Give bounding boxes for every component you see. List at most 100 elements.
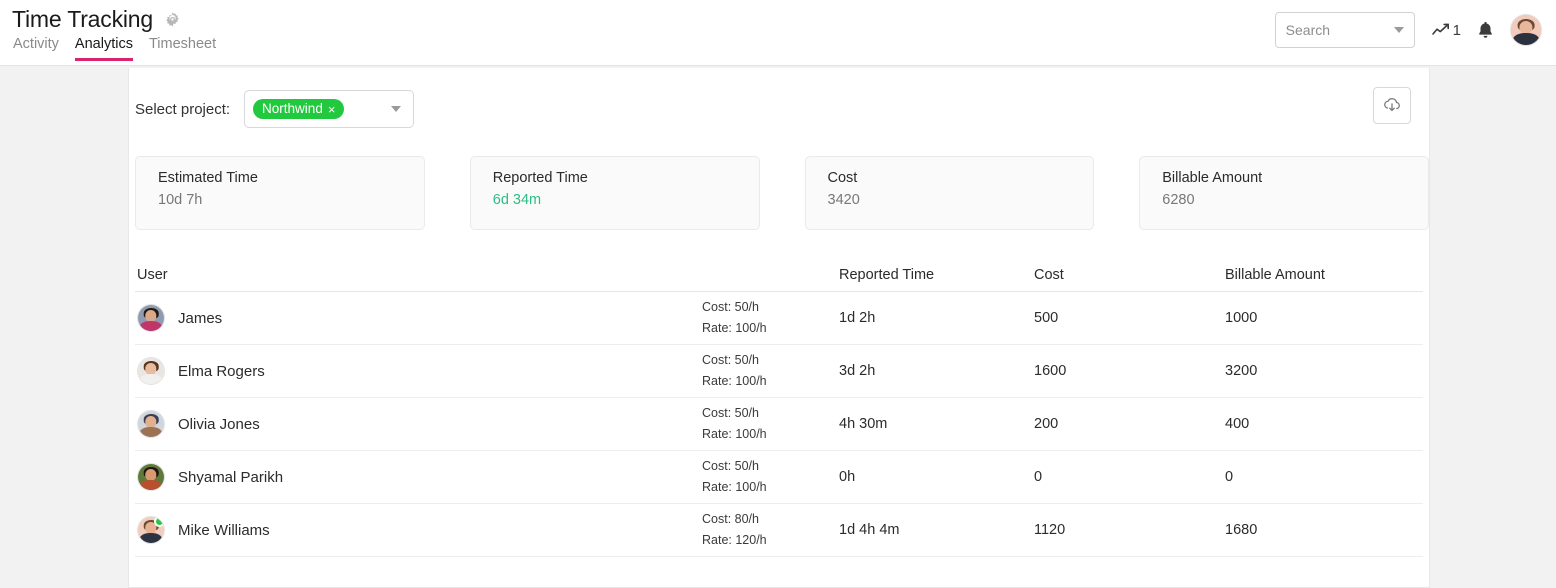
user-name: Mike Williams xyxy=(178,521,270,539)
rate-per-hour: Rate: 100/h xyxy=(702,321,767,335)
trend-indicator[interactable]: 1 xyxy=(1431,22,1461,39)
stat-card-billable-amount: Billable Amount 6280 xyxy=(1139,156,1429,230)
tab-activity[interactable]: Activity xyxy=(13,36,59,61)
stat-value: 6d 34m xyxy=(492,192,542,208)
cost-cell: 0 xyxy=(1034,469,1043,485)
column-header-billable-amount: Billable Amount xyxy=(1225,266,1325,283)
reported-time-cell: 3d 2h xyxy=(839,363,876,379)
rate-per-hour: Rate: 120/h xyxy=(702,533,767,547)
user-name: Shyamal Parikh xyxy=(178,468,284,486)
cost-per-hour: Cost: 50/h xyxy=(702,458,759,473)
project-tag-label: Northwind xyxy=(262,101,323,117)
bell-icon[interactable] xyxy=(1477,20,1494,40)
table-row[interactable]: James Cost: 50/h Rate: 100/h 1d 2h 500 1… xyxy=(135,292,1423,345)
avatar-body xyxy=(1513,33,1539,45)
cloud-download-icon xyxy=(1382,97,1402,114)
cost-cell: 200 xyxy=(1034,416,1059,432)
stat-card-cost: Cost 3420 xyxy=(804,156,1095,230)
stat-value: 3420 xyxy=(827,192,860,208)
top-bar-actions: 1 xyxy=(1274,12,1542,48)
avatar-body xyxy=(139,426,163,437)
avatar xyxy=(137,304,165,332)
rate-cell: Cost: 50/h Rate: 100/h xyxy=(702,350,839,393)
chevron-down-icon[interactable] xyxy=(1393,27,1404,33)
gear-icon[interactable] xyxy=(164,11,181,28)
stat-label: Estimated Time xyxy=(158,170,258,186)
user-cell: Olivia Jones xyxy=(135,410,702,438)
chevron-down-icon[interactable] xyxy=(391,106,402,112)
billable-amount-cell: 400 xyxy=(1225,416,1250,432)
avatar xyxy=(137,357,165,385)
rate-cell: Cost: 50/h Rate: 100/h xyxy=(702,297,839,340)
cost-per-hour: Cost: 50/h xyxy=(702,405,759,420)
export-button[interactable] xyxy=(1373,87,1411,124)
stat-label: Billable Amount xyxy=(1162,170,1263,186)
avatar-body xyxy=(139,532,163,543)
stat-card-estimated-time: Estimated Time 10d 7h xyxy=(135,156,425,230)
users-table: User Reported Time Cost Billable Amount … xyxy=(135,258,1423,557)
online-status-badge xyxy=(154,517,164,527)
rate-per-hour: Rate: 100/h xyxy=(702,427,767,441)
stat-cards: Estimated Time 10d 7h Reported Time 6d 3… xyxy=(129,128,1429,230)
stat-card-reported-time: Reported Time 6d 34m xyxy=(469,156,760,230)
rate-cell: Cost: 50/h Rate: 100/h xyxy=(702,403,839,446)
avatar xyxy=(137,410,165,438)
stat-value: 10d 7h xyxy=(158,192,203,208)
avatar[interactable] xyxy=(1510,14,1542,46)
avatar-body xyxy=(139,320,163,331)
rate-per-hour: Rate: 100/h xyxy=(702,480,767,494)
page-title: Time Tracking xyxy=(12,6,153,32)
billable-amount-cell: 1680 xyxy=(1225,522,1258,538)
rate-cell: Cost: 80/h Rate: 120/h xyxy=(702,509,839,552)
user-name: James xyxy=(178,309,223,327)
cost-cell: 1120 xyxy=(1034,522,1066,538)
rate-cell: Cost: 50/h Rate: 100/h xyxy=(702,456,839,499)
cost-per-hour: Cost: 80/h xyxy=(702,511,759,526)
project-label: Select project: xyxy=(135,100,231,118)
tab-bar: Activity Analytics Timesheet xyxy=(13,36,216,61)
search-input[interactable] xyxy=(1285,22,1388,38)
user-cell: Elma Rogers xyxy=(135,357,702,385)
search-box[interactable] xyxy=(1274,12,1415,48)
stat-label: Cost xyxy=(827,170,858,186)
billable-amount-cell: 3200 xyxy=(1225,363,1258,379)
tab-analytics[interactable]: Analytics xyxy=(74,36,133,61)
user-cell: James xyxy=(135,304,702,332)
column-header-reported-time: Reported Time xyxy=(839,266,935,283)
stat-label: Reported Time xyxy=(492,170,588,186)
project-tag-northwind[interactable]: Northwind × xyxy=(253,99,345,119)
cost-cell: 500 xyxy=(1034,310,1059,326)
analytics-panel: Select project: Northwind × Estimated Ti… xyxy=(128,68,1430,588)
project-selector-row: Select project: Northwind × xyxy=(129,68,1429,128)
table-header-row: User Reported Time Cost Billable Amount xyxy=(135,258,1423,292)
project-select[interactable]: Northwind × xyxy=(244,90,415,128)
billable-amount-cell: 1000 xyxy=(1225,310,1258,326)
trend-line-icon xyxy=(1431,22,1451,38)
table-row[interactable]: Elma Rogers Cost: 50/h Rate: 100/h 3d 2h… xyxy=(135,345,1423,398)
user-name: Elma Rogers xyxy=(178,362,265,380)
table-row[interactable]: Mike Williams Cost: 80/h Rate: 120/h 1d … xyxy=(135,504,1423,557)
column-header-user: User xyxy=(137,266,168,283)
user-cell: Mike Williams xyxy=(135,516,702,544)
avatar xyxy=(137,463,165,491)
billable-amount-cell: 0 xyxy=(1225,469,1234,485)
cost-cell: 1600 xyxy=(1034,363,1067,379)
trend-count: 1 xyxy=(1452,21,1461,39)
reported-time-cell: 0h xyxy=(839,469,856,485)
close-icon[interactable]: × xyxy=(328,103,336,116)
stat-value: 6280 xyxy=(1162,192,1195,208)
user-name: Olivia Jones xyxy=(178,415,260,433)
cost-per-hour: Cost: 50/h xyxy=(702,352,759,367)
rate-per-hour: Rate: 100/h xyxy=(702,374,767,388)
tab-timesheet[interactable]: Timesheet xyxy=(149,36,216,61)
avatar-body xyxy=(139,373,163,384)
user-cell: Shyamal Parikh xyxy=(135,463,702,491)
avatar-body xyxy=(139,479,163,490)
column-header-cost: Cost xyxy=(1034,266,1064,283)
top-bar: Time Tracking Activity Analytics Timeshe… xyxy=(0,0,1556,66)
app-title-row: Time Tracking xyxy=(12,6,181,33)
table-row[interactable]: Olivia Jones Cost: 50/h Rate: 100/h 4h 3… xyxy=(135,398,1423,451)
reported-time-cell: 1d 2h xyxy=(839,310,876,326)
table-row[interactable]: Shyamal Parikh Cost: 50/h Rate: 100/h 0h… xyxy=(135,451,1423,504)
reported-time-cell: 1d 4h 4m xyxy=(839,522,900,538)
